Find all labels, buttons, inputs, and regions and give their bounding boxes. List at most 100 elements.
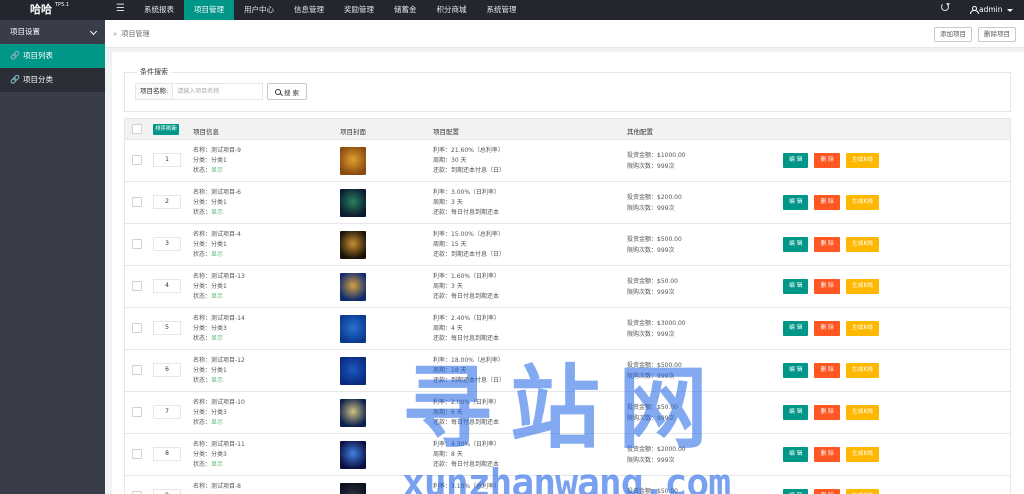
delete-button[interactable]: 删 除 bbox=[814, 279, 840, 294]
generate-kline-button[interactable]: 生成K线 bbox=[845, 489, 880, 494]
menu-toggle-icon[interactable]: ☰ bbox=[116, 3, 125, 14]
add-project-button[interactable]: 添加项目 bbox=[934, 27, 972, 42]
user-menu[interactable]: admin bbox=[970, 0, 1013, 20]
delete-button[interactable]: 删 除 bbox=[814, 237, 840, 252]
status-label: 状态： bbox=[193, 335, 212, 342]
select-all-checkbox[interactable] bbox=[132, 124, 142, 134]
status-label: 状态： bbox=[193, 251, 212, 258]
config-repay: 还款：到期还本付息（日） bbox=[433, 251, 506, 258]
invest-amount: 投资金额：$3000.00 bbox=[627, 320, 686, 327]
header-config: 项目配置 bbox=[433, 128, 459, 136]
config-rate: 利率：3.00%（日利率） bbox=[433, 189, 501, 196]
config-repay: 还款：每日付息到期还本 bbox=[433, 293, 500, 300]
project-name: 名称：测试项目-12 bbox=[193, 357, 245, 364]
project-info: 名称：测试项目-9 分类：分类1 状态：显示 bbox=[193, 146, 241, 176]
nav-item[interactable]: 用户中心 bbox=[234, 0, 284, 20]
sort-order-input[interactable]: 2 bbox=[153, 195, 181, 209]
edit-button[interactable]: 编 辑 bbox=[783, 405, 809, 420]
config-period: 周期：3 天 bbox=[433, 283, 463, 290]
project-category: 分类：分类3 bbox=[193, 325, 227, 332]
edit-button[interactable]: 编 辑 bbox=[783, 237, 809, 252]
sort-order-input[interactable]: 4 bbox=[153, 279, 181, 293]
edit-button[interactable]: 编 辑 bbox=[783, 321, 809, 336]
header-cover: 项目封面 bbox=[340, 128, 366, 136]
status-badge: 显示 bbox=[211, 251, 224, 258]
sort-order-input[interactable]: 1 bbox=[153, 153, 181, 167]
edit-button[interactable]: 编 辑 bbox=[783, 279, 809, 294]
generate-kline-button[interactable]: 生成K线 bbox=[845, 279, 880, 294]
delete-project-button[interactable]: 删除项目 bbox=[978, 27, 1016, 42]
config-period: 周期：30 天 bbox=[433, 157, 467, 164]
project-info: 名称：测试项目-11 分类：分类3 状态：显示 bbox=[193, 440, 245, 470]
status-badge: 显示 bbox=[211, 167, 224, 174]
sort-order-input[interactable]: 7 bbox=[153, 405, 181, 419]
nav-item[interactable]: 系统管理 bbox=[477, 0, 527, 20]
config-rate: 利率：2.40%（日利率） bbox=[433, 315, 501, 322]
sidebar-group-project-settings[interactable]: 项目设置 bbox=[0, 20, 105, 44]
project-name: 名称：测试项目-10 bbox=[193, 399, 245, 406]
project-category: 分类：分类1 bbox=[193, 283, 227, 290]
sidebar-item-project-list[interactable]: 🔗 项目列表 bbox=[0, 44, 105, 68]
config-period: 周期：3 天 bbox=[433, 199, 463, 206]
sort-refresh-button[interactable]: 排序刷新 bbox=[153, 124, 180, 135]
edit-button[interactable]: 编 辑 bbox=[783, 195, 809, 210]
sidebar-item-project-category[interactable]: 🔗 项目分类 bbox=[0, 68, 105, 92]
project-status-line: 状态：显示 bbox=[193, 460, 245, 470]
user-icon bbox=[970, 6, 979, 14]
row-checkbox[interactable] bbox=[132, 323, 142, 333]
config-repay: 还款：每日付息到期还本 bbox=[433, 335, 500, 342]
nav-item[interactable]: 信息管理 bbox=[284, 0, 334, 20]
search-input[interactable] bbox=[173, 83, 264, 100]
row-actions: 编 辑删 除生成K线 bbox=[783, 489, 880, 494]
project-info: 名称：测试项目-12 分类：分类1 状态：显示 bbox=[193, 356, 245, 386]
sort-order-input[interactable]: 6 bbox=[153, 363, 181, 377]
delete-button[interactable]: 删 除 bbox=[814, 489, 840, 494]
row-checkbox[interactable] bbox=[132, 155, 142, 165]
nav-item[interactable]: 系统报表 bbox=[134, 0, 184, 20]
other-config: 投资金额：$3000.00 限购次数：999次 bbox=[627, 318, 686, 340]
brand-logo[interactable]: 哈哈 TP5.1 bbox=[30, 1, 69, 17]
generate-kline-button[interactable]: 生成K线 bbox=[845, 363, 880, 378]
nav-item[interactable]: 积分商城 bbox=[427, 0, 477, 20]
delete-button[interactable]: 删 除 bbox=[814, 153, 840, 168]
delete-button[interactable]: 删 除 bbox=[814, 363, 840, 378]
generate-kline-button[interactable]: 生成K线 bbox=[845, 405, 880, 420]
status-label: 状态： bbox=[193, 377, 212, 384]
row-checkbox[interactable] bbox=[132, 407, 142, 417]
generate-kline-button[interactable]: 生成K线 bbox=[845, 447, 880, 462]
sort-order-input[interactable]: 5 bbox=[153, 321, 181, 335]
nav-item[interactable]: 项目管理 bbox=[184, 0, 234, 20]
search-button-label: 搜 索 bbox=[283, 88, 300, 97]
search-button[interactable]: 搜 索 bbox=[267, 83, 307, 100]
delete-button[interactable]: 删 除 bbox=[814, 447, 840, 462]
nav-item[interactable]: 储蓄金 bbox=[384, 0, 427, 20]
delete-button[interactable]: 删 除 bbox=[814, 321, 840, 336]
status-badge: 显示 bbox=[211, 461, 224, 468]
row-checkbox[interactable] bbox=[132, 197, 142, 207]
project-config: 利率：21.60%（总利率） 周期：30 天还款：到期还本付息（日） bbox=[433, 146, 505, 176]
page-title[interactable]: 项目管理 bbox=[122, 30, 150, 38]
row-checkbox[interactable] bbox=[132, 239, 142, 249]
edit-button[interactable]: 编 辑 bbox=[783, 363, 809, 378]
row-checkbox[interactable] bbox=[132, 449, 142, 459]
sort-order-input[interactable]: 8 bbox=[153, 447, 181, 461]
edit-button[interactable]: 编 辑 bbox=[783, 489, 809, 494]
nav-item[interactable]: 奖励管理 bbox=[334, 0, 384, 20]
edit-button[interactable]: 编 辑 bbox=[783, 447, 809, 462]
edit-button[interactable]: 编 辑 bbox=[783, 153, 809, 168]
project-status-line: 状态：显示 bbox=[193, 292, 245, 302]
delete-button[interactable]: 删 除 bbox=[814, 195, 840, 210]
generate-kline-button[interactable]: 生成K线 bbox=[845, 237, 880, 252]
row-checkbox[interactable] bbox=[132, 281, 142, 291]
search-icon bbox=[274, 88, 281, 95]
status-label: 状态： bbox=[193, 167, 212, 174]
refresh-icon[interactable] bbox=[941, 3, 949, 11]
sort-order-input[interactable]: 3 bbox=[153, 237, 181, 251]
row-actions: 编 辑删 除生成K线 bbox=[783, 279, 880, 294]
generate-kline-button[interactable]: 生成K线 bbox=[845, 153, 880, 168]
row-checkbox[interactable] bbox=[132, 365, 142, 375]
sort-order-input[interactable]: 9 bbox=[153, 489, 181, 494]
delete-button[interactable]: 删 除 bbox=[814, 405, 840, 420]
generate-kline-button[interactable]: 生成K线 bbox=[845, 321, 880, 336]
generate-kline-button[interactable]: 生成K线 bbox=[845, 195, 880, 210]
